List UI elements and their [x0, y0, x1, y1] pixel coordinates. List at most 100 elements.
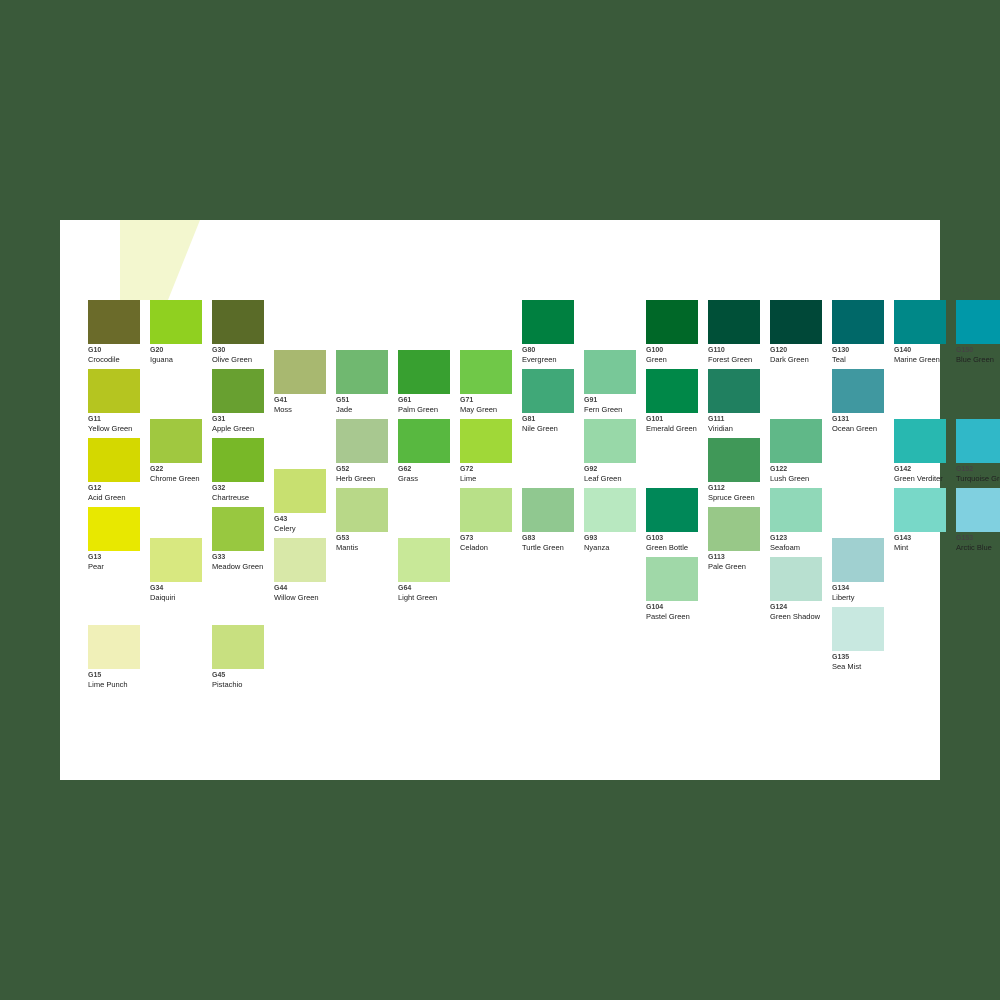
- swatch-cell: [336, 557, 394, 603]
- swatch-code: G15: [88, 671, 128, 680]
- swatch-name: Lime Punch: [88, 680, 128, 690]
- color-swatch-g32: [212, 438, 264, 482]
- swatch-name: Celery: [274, 524, 296, 534]
- color-swatch-g91: [584, 350, 636, 394]
- swatch-name: Spruce Green: [708, 493, 755, 503]
- color-swatch-g52: [336, 419, 388, 463]
- empty-swatch-slot: [584, 300, 636, 346]
- empty-swatch-slot: [150, 488, 202, 534]
- color-swatch-g113: [708, 507, 760, 551]
- color-column-col3: G30Olive GreenG31Apple GreenG32Chartreus…: [212, 300, 270, 692]
- swatch-code: G93: [584, 534, 609, 543]
- swatch-cell: [150, 607, 208, 653]
- empty-swatch-slot: [274, 607, 326, 653]
- swatch-cell: G142Green Verditer: [894, 419, 952, 484]
- swatch-label: G72Lime: [460, 465, 476, 484]
- swatch-cell: G101Emerald Green: [646, 369, 704, 434]
- swatch-code: G45: [212, 671, 242, 680]
- color-column-col12: G120Dark GreenG122Lush GreenG123SeafoamG…: [770, 300, 828, 673]
- swatch-cell: G11Yellow Green: [88, 369, 146, 434]
- swatch-code: G72: [460, 465, 476, 474]
- swatch-code: G120: [770, 346, 809, 355]
- swatch-cell: G93Nyanza: [584, 488, 642, 553]
- swatch-name: Iguana: [150, 355, 173, 365]
- swatch-name: Chartreuse: [212, 493, 249, 503]
- empty-swatch-slot: [336, 557, 388, 603]
- swatch-label: G131Ocean Green: [832, 415, 877, 434]
- swatch-label: G111Viridian: [708, 415, 733, 434]
- swatch-cell: G134Liberty: [832, 538, 890, 603]
- swatch-cell: [336, 607, 394, 653]
- swatch-cell: G33Meadow Green: [212, 507, 270, 572]
- color-swatch-g135: [832, 607, 884, 651]
- swatch-name: Crocodile: [88, 355, 120, 365]
- empty-swatch-slot: [832, 438, 884, 484]
- swatch-label: G143Mint: [894, 534, 911, 553]
- color-swatch-g111: [708, 369, 760, 413]
- swatch-label: G12Acid Green: [88, 484, 126, 503]
- swatch-cell: [770, 369, 828, 415]
- swatch-label: G13Pear: [88, 553, 104, 572]
- color-chart-card: G10Crocodile G11Yellow Green G12Acid Green…: [60, 220, 940, 780]
- color-swatch-g100: [646, 300, 698, 344]
- color-swatch-g101: [646, 369, 698, 413]
- swatch-cell: G143Mint: [894, 488, 952, 553]
- color-swatch-g45: [212, 625, 264, 669]
- swatch-cell: [708, 625, 766, 671]
- swatch-name: May Green: [460, 405, 497, 415]
- swatch-cell: G22Chrome Green: [150, 419, 208, 484]
- swatch-code: G31: [212, 415, 254, 424]
- swatch-label: G10Crocodile: [88, 346, 120, 365]
- swatch-name: Nyanza: [584, 543, 609, 553]
- empty-swatch-slot: [708, 625, 760, 671]
- swatch-cell: G32Chartreuse: [212, 438, 270, 503]
- swatch-label: G34Daiquiri: [150, 584, 175, 603]
- swatch-cell: G41Moss: [274, 350, 332, 415]
- swatch-label: G130Teal: [832, 346, 849, 365]
- empty-swatch-slot: [894, 557, 946, 603]
- swatch-code: G12: [88, 484, 126, 493]
- swatch-cell: [460, 557, 518, 603]
- empty-swatch-slot: [646, 438, 698, 484]
- swatch-label: G32Chartreuse: [212, 484, 249, 503]
- swatch-cell: G20Iguana: [150, 300, 208, 365]
- swatch-cell: G130Teal: [832, 300, 890, 365]
- swatch-cell: [398, 300, 456, 346]
- swatch-code: G113: [708, 553, 746, 562]
- color-swatch-g71: [460, 350, 512, 394]
- swatch-cell: G110Forest Green: [708, 300, 766, 365]
- color-swatch-g30: [212, 300, 264, 344]
- swatch-cell: G15Lime Punch: [88, 625, 146, 690]
- color-column-col11: G110Forest GreenG111ViridianG112Spruce G…: [708, 300, 766, 673]
- swatch-cell: G31Apple Green: [212, 369, 270, 434]
- swatch-label: G43Celery: [274, 515, 296, 534]
- color-swatch-g83: [522, 488, 574, 532]
- swatch-cell: [646, 625, 704, 671]
- swatch-cell: G71May Green: [460, 350, 518, 415]
- color-swatch-g112: [708, 438, 760, 482]
- empty-swatch-slot: [398, 607, 450, 653]
- empty-swatch-slot: [956, 557, 1000, 603]
- swatch-code: G110: [708, 346, 752, 355]
- swatch-code: G73: [460, 534, 488, 543]
- color-column-col5: G51JadeG52Herb GreenG53Mantis: [336, 300, 394, 655]
- swatch-label: G122Lush Green: [770, 465, 809, 484]
- empty-swatch-slot: [522, 607, 574, 653]
- swatch-name: Evergreen: [522, 355, 557, 365]
- color-swatch-g134: [832, 538, 884, 582]
- swatch-cell: [212, 575, 270, 621]
- color-swatch-g124: [770, 557, 822, 601]
- swatch-cell: G43Celery: [274, 469, 332, 534]
- swatch-code: G81: [522, 415, 558, 424]
- empty-swatch-slot: [460, 607, 512, 653]
- color-swatch-g93: [584, 488, 636, 532]
- swatch-code: G100: [646, 346, 667, 355]
- swatch-name: Meadow Green: [212, 562, 263, 572]
- swatch-code: G152: [956, 465, 1000, 474]
- swatch-label: G64Light Green: [398, 584, 437, 603]
- swatch-cell: G122Lush Green: [770, 419, 828, 484]
- swatch-code: G43: [274, 515, 296, 524]
- swatch-cell: G34Daiquiri: [150, 538, 208, 603]
- swatch-name: Arctic Blue: [956, 543, 992, 553]
- swatch-label: G80Evergreen: [522, 346, 557, 365]
